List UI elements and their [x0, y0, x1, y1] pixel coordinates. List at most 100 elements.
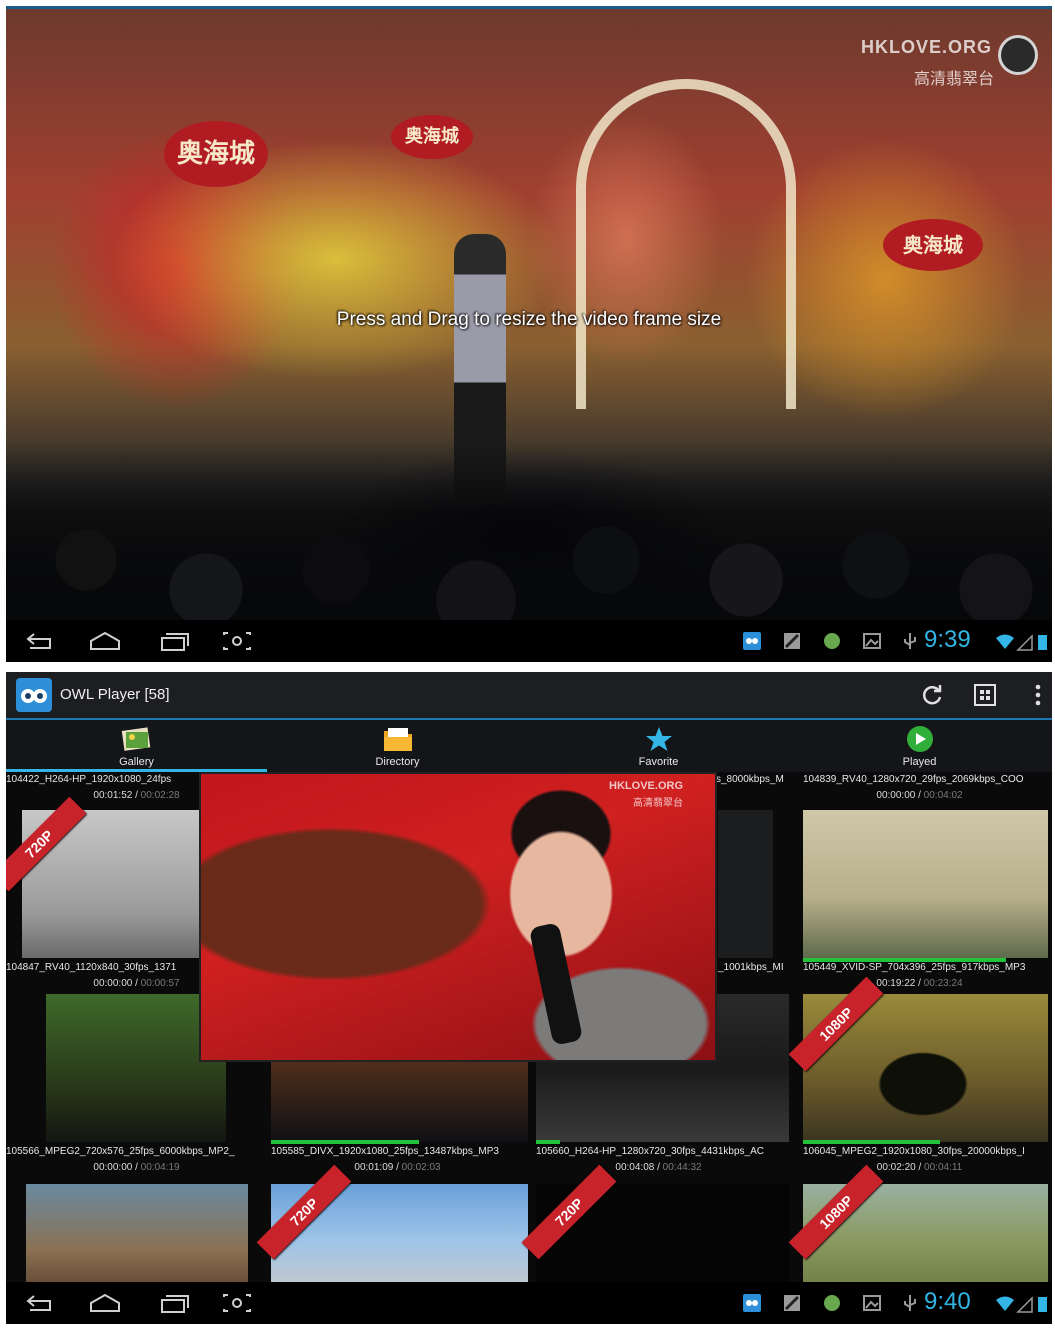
back-icon[interactable]	[24, 1291, 58, 1315]
video-item[interactable]: 105449_XVID-SP_704x396_25fps_917kbps_MP3…	[789, 806, 1050, 998]
clock: 9:39	[924, 626, 971, 653]
clock: 9:40	[924, 1288, 971, 1315]
video-frame[interactable]: 奥海城 奥海城 奥海城 HKLOVE.ORG 高清翡翠台 Press and D…	[6, 6, 1052, 620]
channel-logo-icon	[998, 35, 1038, 75]
tab-favorite[interactable]: Favorite	[528, 720, 789, 772]
total-time: 00:04:11	[924, 1162, 963, 1173]
played-time: 00:00:00	[93, 1162, 133, 1173]
gallery-notification-icon	[863, 633, 881, 649]
tab-gallery[interactable]: Gallery	[6, 720, 267, 772]
screenshot-icon[interactable]	[220, 629, 254, 653]
channel-watermark-sub: 高清翡翠台	[633, 798, 683, 809]
total-time: 00:04:02	[923, 790, 963, 801]
recent-apps-icon[interactable]	[156, 1291, 190, 1315]
tab-directory-label: Directory	[375, 756, 420, 768]
total-time: 00:44:32	[662, 1162, 702, 1173]
video-item[interactable]: 720P	[521, 1164, 789, 1296]
fullscreen-player-screen: 奥海城 奥海城 奥海城 HKLOVE.ORG 高清翡翠台 Press and D…	[6, 6, 1052, 662]
gallery-icon	[121, 727, 151, 751]
stage-sign-mid: 奥海城	[391, 115, 473, 159]
tab-bar: Gallery Directory Favorite Played	[6, 720, 1052, 772]
played-time: 00:19:22	[876, 978, 916, 989]
video-time: 00:01:09 / 00:02:03	[354, 1162, 441, 1173]
tab-played[interactable]: Played	[789, 720, 1050, 772]
tab-directory[interactable]: Directory	[267, 720, 528, 772]
played-time: 00:01:09	[354, 1162, 394, 1173]
played-time: 00:01:52	[93, 790, 133, 801]
playback-progress	[803, 1140, 940, 1144]
android-icon	[824, 633, 840, 649]
owl-app-icon	[743, 1294, 761, 1312]
video-filename: s_8000kbps_M	[716, 774, 784, 785]
grid-view-icon[interactable]	[972, 682, 998, 708]
total-time: 00:02:03	[401, 1162, 441, 1173]
gallery-notification-icon	[863, 1295, 881, 1311]
video-time: 00:04:08 / 00:44:32	[615, 1162, 702, 1173]
video-item[interactable]: 104839_RV40_1280x720_29fps_2069kbps_COO …	[789, 772, 1050, 806]
tab-gallery-label: Gallery	[119, 756, 154, 768]
playback-progress	[536, 1140, 560, 1144]
video-filename: _1001kbps_MI	[718, 962, 784, 973]
action-bar: OWL Player [58]	[6, 672, 1052, 720]
played-time: 00:02:20	[876, 1162, 916, 1173]
wifi-signal-battery-icon	[996, 634, 1047, 651]
video-filename: 106045_MPEG2_1920x1080_30fps_20000kbps_I	[803, 1146, 1025, 1157]
video-thumbnail	[803, 810, 1048, 958]
popup-video-window[interactable]: HKLOVE.ORG 高清翡翠台	[199, 772, 717, 1062]
total-time: 00:04:19	[140, 1162, 180, 1173]
video-time: 00:02:20 / 00:04:11	[876, 1162, 963, 1173]
played-time: 00:04:08	[615, 1162, 655, 1173]
notification-icon	[784, 633, 800, 649]
play-icon	[907, 726, 933, 752]
video-filename: 105660_H264-HP_1280x720_30fps_4431kbps_A…	[536, 1146, 764, 1157]
status-area: 9:39	[732, 620, 1052, 662]
total-time: 00:23:24	[923, 978, 963, 989]
wifi-signal-battery-icon	[996, 1296, 1047, 1313]
stage-sign-right: 奥海城	[883, 219, 983, 271]
channel-watermark: HKLOVE.ORG	[860, 37, 992, 57]
total-time: 00:02:28	[140, 790, 180, 801]
video-time: 00:00:00 / 00:04:19	[93, 1162, 180, 1173]
video-thumbnail	[26, 1184, 248, 1296]
usb-icon	[904, 1295, 916, 1311]
video-item[interactable]: 1080P 106045_MPEG2_1920x1080_30fps_20000…	[788, 976, 1050, 1184]
status-area: 9:40	[732, 1282, 1052, 1324]
video-item[interactable]	[6, 1182, 267, 1296]
stage-sign-left: 奥海城	[164, 121, 268, 187]
performer-microphone	[528, 922, 584, 1046]
video-time: 00:00:00 / 00:04:02	[876, 790, 963, 801]
video-filename: 105449_XVID-SP_704x396_25fps_917kbps_MP3	[803, 962, 1026, 973]
video-time: 00:19:22 / 00:23:24	[876, 978, 963, 989]
video-thumbnail	[718, 810, 773, 958]
system-navigation-bar: 9:40	[6, 1282, 1052, 1324]
tab-favorite-label: Favorite	[638, 756, 679, 768]
video-filename: 105585_DIVX_1920x1080_25fps_13487kbps_MP…	[271, 1146, 499, 1157]
played-time: 00:00:00	[93, 978, 133, 989]
home-icon[interactable]	[88, 629, 122, 653]
notification-icon	[784, 1295, 800, 1311]
audience	[6, 440, 1052, 620]
app-title: OWL Player [58]	[60, 686, 170, 703]
refresh-icon[interactable]	[919, 682, 945, 708]
owl-app-icon	[743, 632, 761, 650]
library-screen: OWL Player [58] Gallery Directory Favori…	[6, 672, 1052, 1324]
channel-watermark-sub: 高清翡翠台	[913, 71, 994, 88]
overflow-menu-icon[interactable]	[1025, 682, 1051, 708]
video-item[interactable]: 1080P	[788, 1164, 1050, 1296]
recent-apps-icon[interactable]	[156, 629, 190, 653]
android-icon	[824, 1295, 840, 1311]
video-item[interactable]: 720P	[256, 1164, 528, 1296]
system-navigation-bar: 9:39	[6, 620, 1052, 662]
owl-logo-icon[interactable]	[16, 678, 52, 712]
tab-played-label: Played	[902, 756, 937, 768]
total-time: 00:00:57	[140, 978, 180, 989]
video-filename: 104839_RV40_1280x720_29fps_2069kbps_COO	[803, 774, 1024, 785]
back-icon[interactable]	[24, 629, 58, 653]
screenshot-icon[interactable]	[220, 1291, 254, 1315]
folder-icon	[384, 728, 412, 751]
stage-arch	[576, 79, 796, 409]
home-icon[interactable]	[88, 1291, 122, 1315]
usb-icon	[904, 633, 916, 649]
star-icon	[646, 727, 672, 751]
playback-progress	[271, 1140, 419, 1144]
